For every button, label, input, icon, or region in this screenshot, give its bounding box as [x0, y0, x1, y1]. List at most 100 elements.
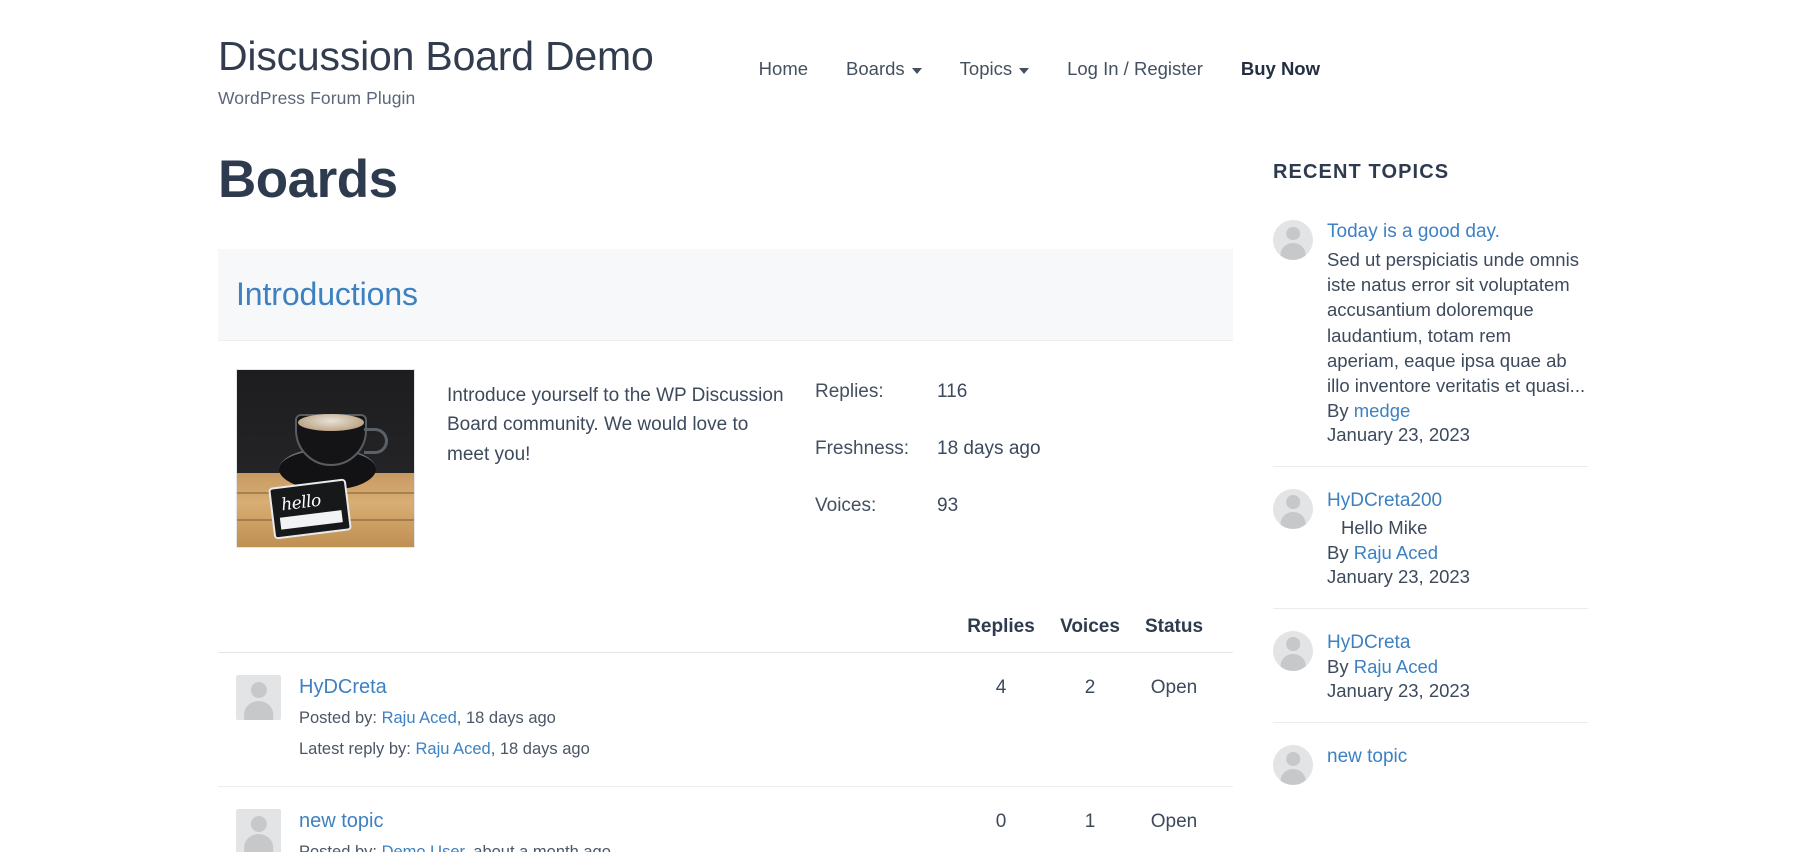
topic-row-main: new topic Posted by: Demo User, about a …	[218, 809, 955, 852]
main-navigation: Home Boards Topics Log In / Register Buy…	[759, 30, 1320, 80]
recent-topic-body: HyDCreta200 Hello Mike By Raju Aced Janu…	[1313, 489, 1588, 588]
avatar	[1273, 631, 1313, 671]
list-item[interactable]: HyDCreta200 Hello Mike By Raju Aced Janu…	[1273, 489, 1588, 609]
stat-freshness: Freshness: 18 days ago	[815, 438, 1115, 460]
board-card-introductions: Introductions hello	[218, 249, 1233, 574]
recent-topic-title-link[interactable]: new topic	[1327, 745, 1588, 770]
avatar	[236, 675, 281, 720]
nav-item-home[interactable]: Home	[759, 58, 808, 80]
site-header: Discussion Board Demo WordPress Forum Pl…	[0, 0, 1800, 109]
posted-by-prefix: Posted by:	[299, 843, 382, 852]
board-description: Introduce yourself to the WP Discussion …	[415, 369, 815, 469]
byline-author-link[interactable]: medge	[1354, 400, 1411, 421]
nav-item-label: Log In / Register	[1067, 58, 1203, 80]
board-thumbnail-image: hello	[236, 369, 415, 548]
list-item[interactable]: Today is a good day. Sed ut perspiciatis…	[1273, 220, 1588, 467]
topic-row-main: HyDCreta Posted by: Raju Aced, 18 days a…	[218, 675, 955, 762]
stat-label: Voices:	[815, 495, 937, 517]
list-item[interactable]: HyDCreta By Raju Aced January 23, 2023	[1273, 631, 1588, 724]
stat-label: Replies:	[815, 381, 937, 403]
branding: Discussion Board Demo WordPress Forum Pl…	[218, 30, 654, 109]
avatar	[1273, 220, 1313, 260]
page-root: Discussion Board Demo WordPress Forum Pl…	[0, 0, 1800, 852]
topic-title-link[interactable]: HyDCreta	[299, 675, 590, 700]
recent-topic-date: January 23, 2023	[1327, 566, 1588, 588]
byline-author-link[interactable]: Raju Aced	[1354, 542, 1438, 563]
recent-topic-body: new topic	[1313, 745, 1588, 770]
recent-topic-date: January 23, 2023	[1327, 424, 1588, 446]
nav-item-login-register[interactable]: Log In / Register	[1067, 58, 1203, 80]
cell-voices: 2	[1047, 675, 1133, 699]
stat-voices: Voices: 93	[815, 495, 1115, 517]
posted-by-prefix: Posted by:	[299, 709, 382, 727]
recent-topic-byline: By medge	[1327, 400, 1588, 422]
thumbnail-tag-text: hello	[280, 491, 322, 516]
nav-item-buy-now[interactable]: Buy Now	[1241, 58, 1320, 80]
avatar	[236, 809, 281, 852]
recent-topic-body: Today is a good day. Sed ut perspiciatis…	[1313, 220, 1588, 446]
latest-reply-prefix: Latest reply by:	[299, 740, 415, 758]
posted-by-time: , 18 days ago	[457, 709, 556, 727]
topic-row-text: HyDCreta Posted by: Raju Aced, 18 days a…	[281, 675, 590, 762]
site-title[interactable]: Discussion Board Demo	[218, 34, 654, 80]
latest-reply-author-link[interactable]: Raju Aced	[415, 740, 490, 758]
stat-value: 93	[937, 495, 958, 517]
topic-table-header: Replies Voices Status	[218, 616, 1233, 653]
avatar	[1273, 489, 1313, 529]
recent-topic-date: January 23, 2023	[1327, 680, 1588, 702]
nav-item-label: Topics	[960, 58, 1012, 80]
cell-replies: 0	[955, 809, 1047, 833]
column-header-voices: Voices	[1047, 616, 1133, 638]
recent-topic-excerpt: Sed ut perspiciatis unde omnis iste natu…	[1327, 247, 1588, 399]
recent-topic-title-link[interactable]: HyDCreta	[1327, 631, 1588, 656]
posted-by-author-link[interactable]: Raju Aced	[382, 709, 457, 727]
column-header-status: Status	[1133, 616, 1215, 638]
cell-replies: 4	[955, 675, 1047, 699]
content-wrapper: Boards Introductions hello	[0, 153, 1800, 852]
byline-prefix: By	[1327, 400, 1354, 421]
column-header-replies: Replies	[955, 616, 1047, 638]
byline-prefix: By	[1327, 542, 1354, 563]
topic-posted-by: Posted by: Demo User, about a month ago	[299, 841, 611, 852]
sidebar: Recent Topics Today is a good day. Sed u…	[1273, 153, 1588, 827]
topic-table: Replies Voices Status HyDCreta Posted by…	[218, 616, 1233, 852]
table-row[interactable]: HyDCreta Posted by: Raju Aced, 18 days a…	[218, 653, 1233, 787]
recent-topic-title-link[interactable]: HyDCreta200	[1327, 489, 1588, 514]
nav-item-label: Buy Now	[1241, 58, 1320, 80]
stat-label: Freshness:	[815, 438, 937, 460]
table-row[interactable]: new topic Posted by: Demo User, about a …	[218, 787, 1233, 852]
stat-value: 18 days ago	[937, 438, 1041, 460]
nav-item-label: Boards	[846, 58, 905, 80]
board-card-body: hello Introduce yourself to the WP Discu…	[218, 341, 1233, 574]
stat-replies: Replies: 116	[815, 381, 1115, 403]
topic-row-text: new topic Posted by: Demo User, about a …	[281, 809, 611, 852]
posted-by-author-link[interactable]: Demo User	[382, 843, 465, 852]
page-title: Boards	[218, 153, 1233, 206]
recent-topic-excerpt: Hello Mike	[1327, 515, 1588, 540]
recent-topic-title-link[interactable]: Today is a good day.	[1327, 220, 1588, 245]
avatar	[1273, 745, 1313, 785]
thumbnail-name-tag: hello	[268, 479, 352, 540]
latest-reply-time: , 18 days ago	[491, 740, 590, 758]
byline-prefix: By	[1327, 656, 1354, 677]
cell-voices: 1	[1047, 809, 1133, 833]
list-item[interactable]: new topic	[1273, 745, 1588, 805]
topic-latest-reply: Latest reply by: Raju Aced, 18 days ago	[299, 738, 590, 762]
widget-title-recent-topics: Recent Topics	[1273, 161, 1588, 184]
nav-item-label: Home	[759, 58, 808, 80]
topic-posted-by: Posted by: Raju Aced, 18 days ago	[299, 707, 590, 731]
nav-item-boards[interactable]: Boards	[846, 58, 922, 80]
cell-status: Open	[1133, 675, 1215, 699]
chevron-down-icon	[912, 68, 922, 74]
stat-value: 116	[937, 381, 967, 403]
byline-author-link[interactable]: Raju Aced	[1354, 656, 1438, 677]
main-content: Boards Introductions hello	[218, 153, 1233, 852]
nav-item-topics[interactable]: Topics	[960, 58, 1029, 80]
topic-title-link[interactable]: new topic	[299, 809, 611, 834]
recent-topic-byline: By Raju Aced	[1327, 542, 1588, 564]
posted-by-time: , about a month ago	[464, 843, 611, 852]
recent-topic-body: HyDCreta By Raju Aced January 23, 2023	[1313, 631, 1588, 703]
cell-status: Open	[1133, 809, 1215, 833]
chevron-down-icon	[1019, 68, 1029, 74]
board-title-link[interactable]: Introductions	[236, 276, 418, 312]
